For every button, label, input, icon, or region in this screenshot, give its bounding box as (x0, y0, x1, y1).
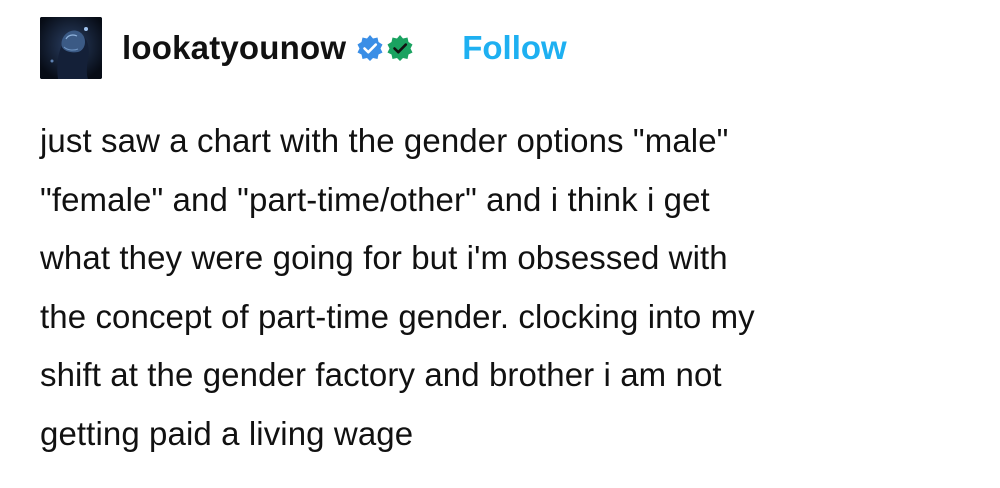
post-body: just saw a chart with the gender options… (40, 112, 970, 463)
verified-checkmark-icon (386, 34, 414, 62)
username[interactable]: lookatyounow (122, 29, 346, 67)
post-body-line: just saw a chart with the gender options… (40, 122, 729, 159)
avatar-image (40, 17, 102, 79)
avatar[interactable] (40, 17, 102, 79)
follow-button[interactable]: Follow (462, 29, 566, 67)
post-body-line: the concept of part-time gender. clockin… (40, 297, 755, 335)
post-body-line: shift at the gender factory and brother … (40, 356, 722, 393)
post-header: lookatyounow Follow (40, 17, 567, 79)
post: lookatyounow Follow just saw a chart wit… (0, 0, 1000, 488)
post-body-line: "female" and "part-time/other" and i thi… (40, 180, 710, 218)
post-body-line: getting paid a living wage (40, 414, 414, 452)
verified-checkmark-icon (356, 34, 384, 62)
post-body-line: what they were going for but i'm obsesse… (40, 239, 728, 276)
